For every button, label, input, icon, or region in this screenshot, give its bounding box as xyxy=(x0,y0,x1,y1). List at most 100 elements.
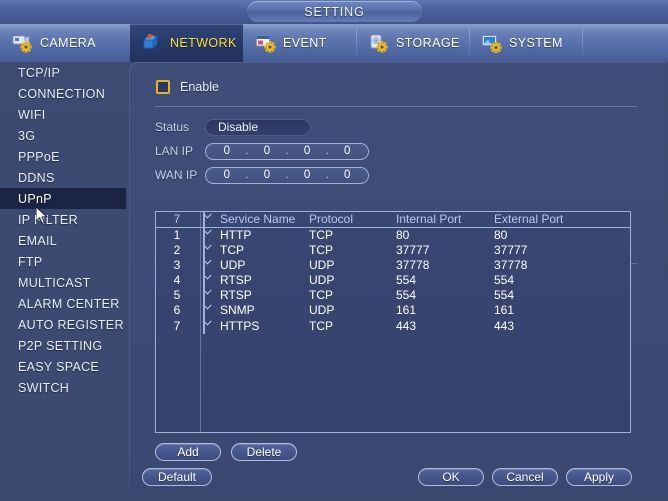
setting-window: SETTING CAMERA NETWORK EVENT STORAGE SYS… xyxy=(0,0,668,501)
table-header-external-port: External Port xyxy=(494,212,564,226)
sidebar-item-ddns[interactable]: DDNS xyxy=(0,167,126,188)
ip-octet: 0 xyxy=(263,169,271,181)
row-protocol: UDP xyxy=(309,303,335,318)
ok-button[interactable]: OK xyxy=(418,468,484,486)
row-external-port: 161 xyxy=(494,303,515,318)
cancel-button[interactable]: Cancel xyxy=(492,468,558,486)
table-row[interactable]: 2 TCP TCP 37777 37777 xyxy=(156,242,630,259)
tab-label: EVENT xyxy=(283,36,327,50)
ip-octet: 0 xyxy=(223,145,231,157)
tab-separator xyxy=(582,29,583,57)
sidebar-item-label: SWITCH xyxy=(18,380,70,395)
row-internal-port: 161 xyxy=(396,303,417,318)
wan-ip-row: WAN IP 0. 0. 0. 0 xyxy=(155,166,369,184)
apply-button[interactable]: Apply xyxy=(566,468,632,486)
sidebar-item-connection[interactable]: CONNECTION xyxy=(0,83,126,104)
row-checkbox[interactable] xyxy=(203,317,205,334)
port-mapping-table: 7 Service Name Protocol Internal Port Ex… xyxy=(155,211,631,433)
sidebar-item-label: CONNECTION xyxy=(18,86,106,101)
table-header-checkbox[interactable] xyxy=(203,211,205,227)
content-panel: Enable Status Disable LAN IP 0. 0. 0. 0 WAN… xyxy=(129,62,666,492)
sidebar-item-label: FTP xyxy=(18,254,43,269)
tab-event[interactable]: EVENT xyxy=(243,24,356,62)
wan-ip-field[interactable]: 0. 0. 0. 0 xyxy=(205,166,369,184)
ip-octet: 0 xyxy=(303,145,311,157)
ip-octet: 0 xyxy=(303,169,311,181)
row-service-name: TCP xyxy=(220,243,244,258)
row-internal-port: 443 xyxy=(396,318,417,333)
row-internal-port: 554 xyxy=(396,273,417,288)
row-checkbox[interactable] xyxy=(203,242,205,259)
sidebar-item-email[interactable]: EMAIL xyxy=(0,230,126,251)
system-gear-icon xyxy=(481,33,503,53)
sidebar-item-label: WIFI xyxy=(18,107,46,122)
table-header-protocol: Protocol xyxy=(309,212,354,226)
row-protocol: TCP xyxy=(309,243,333,258)
row-index: 2 xyxy=(173,243,181,258)
delete-button[interactable]: Delete xyxy=(231,443,297,461)
sidebar-item-multicast[interactable]: MULTICAST xyxy=(0,272,126,293)
sidebar-item-auto-register[interactable]: AUTO REGISTER xyxy=(0,314,126,335)
row-checkbox[interactable] xyxy=(203,302,205,319)
sidebar-item-wifi[interactable]: WIFI xyxy=(0,104,126,125)
row-external-port: 554 xyxy=(494,288,515,303)
lan-ip-field[interactable]: 0. 0. 0. 0 xyxy=(205,142,369,160)
sidebar-item-pppoe[interactable]: PPPoE xyxy=(0,146,126,167)
window-title-pill: SETTING xyxy=(247,1,422,22)
tab-network[interactable]: NETWORK xyxy=(130,24,243,62)
ip-octet: 0 xyxy=(343,145,351,157)
table-row[interactable]: 3 UDP UDP 37778 37778 xyxy=(156,257,630,274)
table-header-internal-port: Internal Port xyxy=(396,212,462,226)
row-protocol: UDP xyxy=(309,258,335,273)
sidebar-item-tcp-ip[interactable]: TCP/IP xyxy=(0,62,126,83)
row-protocol: TCP xyxy=(309,318,333,333)
default-button[interactable]: Default xyxy=(142,468,212,486)
event-gear-icon xyxy=(255,33,277,53)
sidebar-item-ip-filter[interactable]: IP FILTER xyxy=(0,209,126,230)
row-checkbox[interactable] xyxy=(203,287,205,304)
row-external-port: 554 xyxy=(494,273,515,288)
enable-checkbox[interactable] xyxy=(156,80,170,94)
sidebar-item-label: EASY SPACE xyxy=(18,359,100,374)
lan-ip-label: LAN IP xyxy=(155,144,194,158)
add-button-label: Add xyxy=(177,445,199,459)
title-bar: SETTING xyxy=(0,0,668,24)
sidebar-item-upnp[interactable]: UPnP xyxy=(0,188,126,209)
sidebar-item-3g[interactable]: 3G xyxy=(0,125,126,146)
table-header-row: 7 Service Name Protocol Internal Port Ex… xyxy=(156,211,630,228)
sidebar-item-switch[interactable]: SWITCH xyxy=(0,377,126,398)
sidebar-item-label: IP FILTER xyxy=(18,212,78,227)
sidebar-item-easy-space[interactable]: EASY SPACE xyxy=(0,356,126,377)
sidebar-item-p2p-setting[interactable]: P2P SETTING xyxy=(0,335,126,356)
row-internal-port: 554 xyxy=(396,288,417,303)
table-row[interactable]: 7 HTTPS TCP 443 443 xyxy=(156,317,630,334)
row-service-name: RTSP xyxy=(220,273,252,288)
row-external-port: 37777 xyxy=(494,243,528,258)
tab-system[interactable]: SYSTEM xyxy=(469,24,582,62)
sidebar-item-label: P2P SETTING xyxy=(18,338,103,353)
row-protocol: UDP xyxy=(309,273,335,288)
sidebar-item-label: MULTICAST xyxy=(18,275,91,290)
table-row[interactable]: 6 SNMP UDP 161 161 xyxy=(156,302,630,319)
sidebar-item-label: TCP/IP xyxy=(18,65,61,80)
table-row[interactable]: 1 HTTP TCP 80 80 xyxy=(156,227,630,243)
ip-dot: . xyxy=(325,145,329,157)
sidebar-item-label: 3G xyxy=(18,128,36,143)
tab-camera[interactable]: CAMERA xyxy=(0,24,130,62)
add-button[interactable]: Add xyxy=(155,443,221,461)
sidebar-item-label: ALARM CENTER xyxy=(18,296,120,311)
sidebar-item-ftp[interactable]: FTP xyxy=(0,251,126,272)
sidebar-item-label: EMAIL xyxy=(18,233,58,248)
sidebar-item-alarm-center[interactable]: ALARM CENTER xyxy=(0,293,126,314)
row-checkbox[interactable] xyxy=(203,272,205,289)
row-checkbox[interactable] xyxy=(203,227,205,243)
table-row[interactable]: 4 RTSP UDP 554 554 xyxy=(156,272,630,289)
enable-row[interactable]: Enable xyxy=(156,80,219,94)
table-row[interactable]: 5 RTSP TCP 554 554 xyxy=(156,287,630,304)
row-internal-port: 37778 xyxy=(396,258,430,273)
table-body: 1 HTTP TCP 80 80 2 TCP TCP 37777 37777 3 U… xyxy=(156,227,630,334)
wan-ip-label: WAN IP xyxy=(155,168,198,182)
row-internal-port: 37777 xyxy=(396,243,430,258)
row-checkbox[interactable] xyxy=(203,257,205,274)
tab-storage[interactable]: STORAGE xyxy=(356,24,469,62)
